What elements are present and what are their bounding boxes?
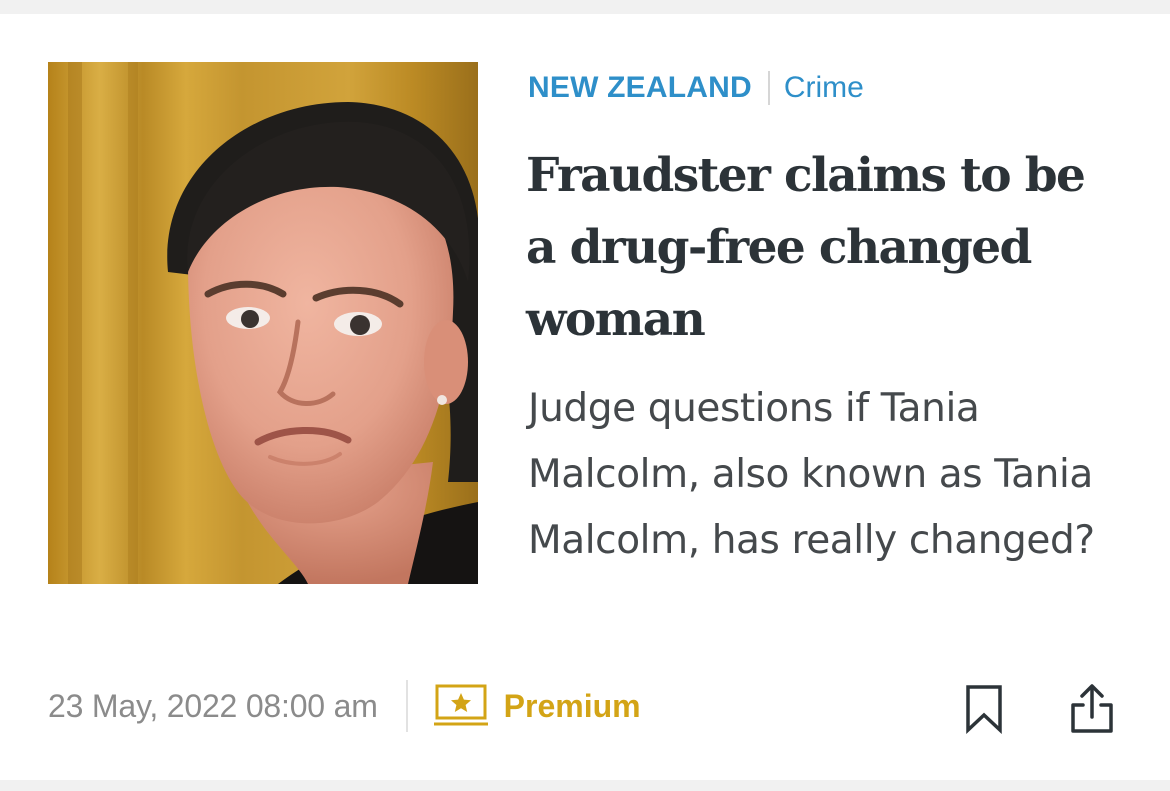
article-meta: 23 May, 2022 08:00 am Premium [48, 674, 641, 738]
bookmark-icon [966, 685, 1002, 734]
article-kicker: NEW ZEALAND Crime [528, 70, 864, 106]
article-thumbnail[interactable] [48, 62, 478, 584]
section-link[interactable]: NEW ZEALAND [528, 70, 752, 106]
article-headline[interactable]: Fraudster claims to be a drug-free chang… [526, 140, 1126, 356]
share-icon [1071, 684, 1113, 733]
article-standfirst: Judge questions if Tania Malcolm, also k… [528, 386, 1095, 563]
bookmark-button[interactable] [958, 682, 1010, 736]
premium-star-icon [433, 683, 488, 729]
meta-divider [405, 680, 408, 732]
topic-link[interactable]: Crime [784, 70, 864, 106]
article-card[interactable]: NEW ZEALAND Crime Fraudster claims to be… [0, 14, 1170, 780]
publish-date: 23 May, 2022 08:00 am [48, 687, 378, 724]
share-button[interactable] [1066, 682, 1118, 736]
kicker-divider [767, 71, 770, 105]
premium-label: Premium [503, 687, 641, 724]
portrait-photo [48, 62, 478, 584]
